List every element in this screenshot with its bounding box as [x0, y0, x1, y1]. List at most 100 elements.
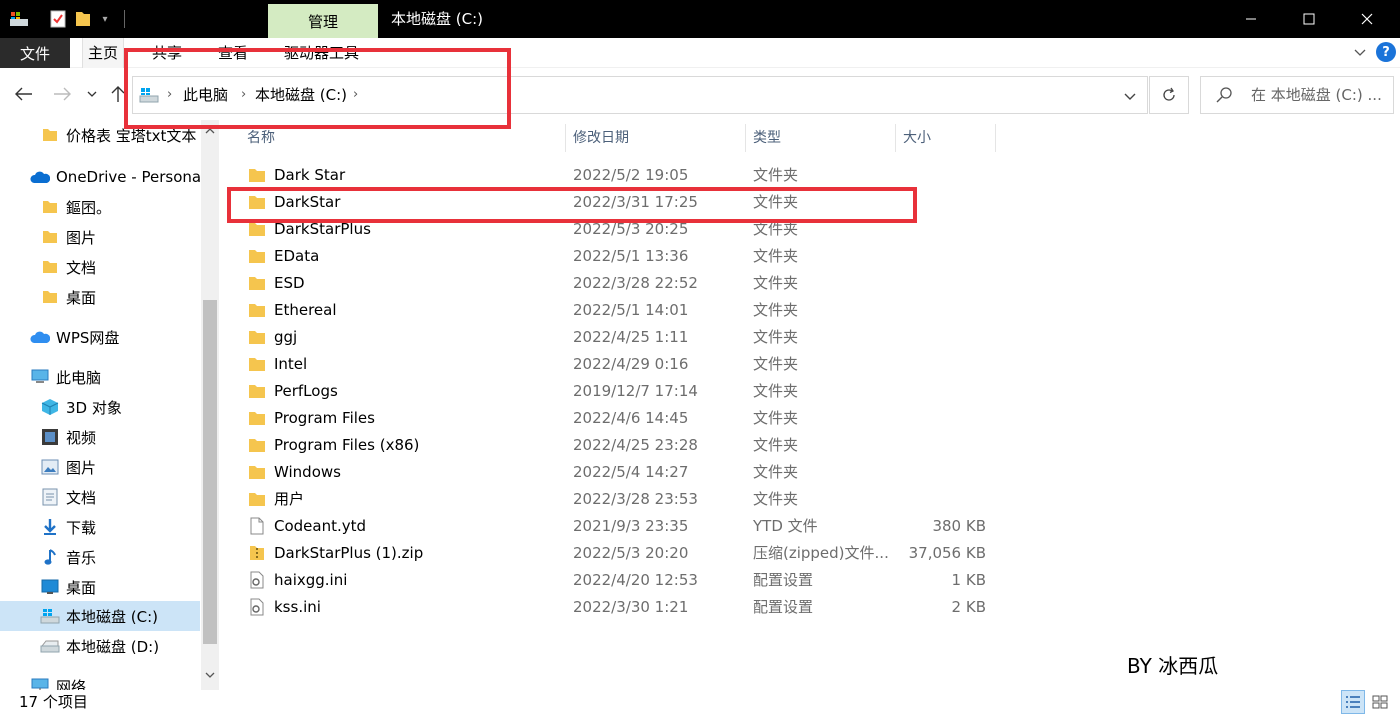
drive-icon[interactable] [8, 9, 30, 29]
nav-item-pictures[interactable]: 图片 [0, 452, 200, 482]
folder-icon [249, 169, 265, 182]
column-header-type[interactable]: 类型 [753, 124, 781, 152]
breadcrumb-separator-icon[interactable]: › [353, 77, 358, 113]
file-size [900, 216, 986, 243]
scroll-up-icon[interactable] [201, 122, 219, 140]
file-date: 2022/4/25 1:11 [573, 328, 689, 346]
breadcrumb-local-disk-c[interactable]: 本地磁盘 (C:) [255, 77, 347, 113]
refresh-button[interactable] [1149, 76, 1189, 114]
file-date: 2022/5/2 19:05 [573, 166, 689, 184]
file-size [900, 270, 986, 297]
breadcrumb-this-pc[interactable]: 此电脑 [183, 77, 228, 113]
file-size: 2 KB [951, 598, 986, 616]
nav-item-videos[interactable]: 视频 [0, 422, 200, 452]
nav-item-onedrive-pictures[interactable]: 图片 [0, 222, 200, 252]
nav-item-label: 鏂囨。 [66, 198, 112, 217]
tab-view[interactable]: 查看 [218, 38, 248, 68]
ini-icon [250, 598, 264, 616]
file-row[interactable]: haixgg.ini 2022/4/20 12:53 配置设置 1 KB [240, 567, 1000, 594]
search-input[interactable]: 在 本地磁盘 (C:) ... [1251, 77, 1382, 113]
file-type: 文件夹 [753, 301, 799, 319]
file-row[interactable]: Ethereal 2022/5/1 14:01 文件夹 [240, 297, 1000, 324]
file-row[interactable]: EData 2022/5/1 13:36 文件夹 [240, 243, 1000, 270]
nav-item-3d-objects[interactable]: 3D 对象 [0, 392, 200, 422]
column-header-date[interactable]: 修改日期 [573, 124, 629, 152]
column-divider[interactable] [565, 124, 566, 152]
nav-item-price-list[interactable]: 价格表 宝塔txt文本 [0, 120, 200, 150]
search-box[interactable]: 在 本地磁盘 (C:) ... [1200, 76, 1394, 114]
file-row[interactable]: Codeant.ytd 2021/9/3 23:35 YTD 文件 380 KB [240, 513, 1000, 540]
help-button[interactable]: ? [1376, 42, 1396, 62]
minimize-button[interactable] [1222, 0, 1280, 38]
file-row[interactable]: Program Files 2022/4/6 14:45 文件夹 [240, 405, 1000, 432]
file-date: 2022/4/25 23:28 [573, 436, 698, 454]
scroll-down-icon[interactable] [201, 666, 219, 684]
nav-item-local-disk-c[interactable]: 本地磁盘 (C:) [0, 601, 200, 631]
file-row[interactable]: Intel 2022/4/29 0:16 文件夹 [240, 351, 1000, 378]
close-button[interactable] [1338, 0, 1396, 38]
nav-item-onedrive-desktop[interactable]: 桌面 [0, 282, 200, 312]
nav-item-documents[interactable]: 文档 [0, 482, 200, 512]
tab-manage[interactable]: 管理 [268, 4, 378, 38]
recent-locations-button[interactable] [82, 80, 102, 108]
arrow-right-icon [54, 87, 71, 101]
nav-item-downloads[interactable]: 下载 [0, 512, 200, 542]
file-row[interactable]: Program Files (x86) 2022/4/25 23:28 文件夹 [240, 432, 1000, 459]
large-icons-view-button[interactable] [1368, 690, 1392, 714]
file-row[interactable]: Windows 2022/5/4 14:27 文件夹 [240, 459, 1000, 486]
expand-ribbon-icon[interactable] [1352, 44, 1368, 60]
column-divider[interactable] [895, 124, 896, 152]
back-button[interactable] [10, 80, 38, 108]
file-row[interactable]: DarkStarPlus (1).zip 2022/5/3 20:20 压缩(z… [240, 540, 1000, 567]
file-type: 文件夹 [753, 409, 799, 427]
file-row[interactable]: ggj 2022/4/25 1:11 文件夹 [240, 324, 1000, 351]
file-row[interactable]: DarkStarPlus 2022/5/3 20:25 文件夹 [240, 216, 1000, 243]
file-type: 文件夹 [753, 193, 799, 211]
column-header-size[interactable]: 大小 [903, 124, 931, 152]
file-row[interactable]: PerfLogs 2019/12/7 17:14 文件夹 [240, 378, 1000, 405]
file-size [900, 162, 986, 189]
nav-item-this-pc[interactable]: 此电脑 [0, 362, 200, 392]
nav-item-local-disk-d[interactable]: 本地磁盘 (D:) [0, 631, 200, 661]
file-row[interactable]: DarkStar 2022/3/31 17:25 文件夹 [240, 189, 1000, 216]
column-divider[interactable] [745, 124, 746, 152]
file-row[interactable]: kss.ini 2022/3/30 1:21 配置设置 2 KB [240, 594, 1000, 621]
nav-item-music[interactable]: 音乐 [0, 542, 200, 572]
file-row[interactable]: ESD 2022/3/28 22:52 文件夹 [240, 270, 1000, 297]
tab-share[interactable]: 共享 [152, 38, 182, 68]
address-bar[interactable]: › 此电脑 › 本地磁盘 (C:) › [132, 76, 1148, 114]
nav-item-wps-cloud[interactable]: WPS网盘 [0, 322, 200, 352]
details-view-button[interactable] [1341, 690, 1365, 714]
nav-item-onedrive[interactable]: OneDrive - Personal [0, 162, 205, 192]
nav-item-folder-garbled[interactable]: 鏂囨。 [0, 192, 200, 222]
tab-drive-tools[interactable]: 驱动器工具 [284, 38, 359, 68]
file-size [900, 243, 986, 270]
nav-item-label: WPS网盘 [56, 328, 120, 347]
file-row[interactable]: 用户 2022/3/28 23:53 文件夹 [240, 486, 1000, 513]
nav-item-onedrive-documents[interactable]: 文档 [0, 252, 200, 282]
breadcrumb-separator-icon[interactable]: › [241, 77, 246, 113]
desktop-icon [40, 577, 60, 597]
file-explorer-window: ▾ 管理 本地磁盘 (C:) 文件 主页 共享 查看 驱动器工具 ? › 此电脑… [0, 0, 1400, 717]
maximize-button[interactable] [1280, 0, 1338, 38]
nav-item-label: 本地磁盘 (D:) [66, 637, 160, 656]
new-folder-icon[interactable] [74, 9, 92, 29]
column-divider[interactable] [995, 124, 996, 152]
file-size [900, 459, 986, 486]
tab-file[interactable]: 文件 [0, 38, 70, 68]
file-row[interactable]: Dark Star 2022/5/2 19:05 文件夹 [240, 162, 1000, 189]
address-history-chevron-icon[interactable] [1120, 86, 1140, 106]
column-header-name[interactable]: 名称 [247, 124, 275, 152]
breadcrumb-separator-icon[interactable]: › [167, 77, 172, 113]
properties-icon[interactable] [48, 9, 68, 29]
customize-chevron-icon[interactable]: ▾ [98, 9, 112, 29]
up-button[interactable] [106, 80, 130, 108]
forward-button[interactable] [48, 80, 76, 108]
nav-item-desktop[interactable]: 桌面 [0, 572, 200, 602]
navigation-scrollbar[interactable] [201, 120, 219, 690]
nav-item-network[interactable]: 网络 [0, 671, 200, 690]
scrollbar-thumb[interactable] [203, 300, 217, 644]
tab-home[interactable]: 主页 [82, 38, 124, 68]
file-type: 配置设置 [753, 571, 814, 589]
nav-item-label: 桌面 [66, 578, 97, 597]
